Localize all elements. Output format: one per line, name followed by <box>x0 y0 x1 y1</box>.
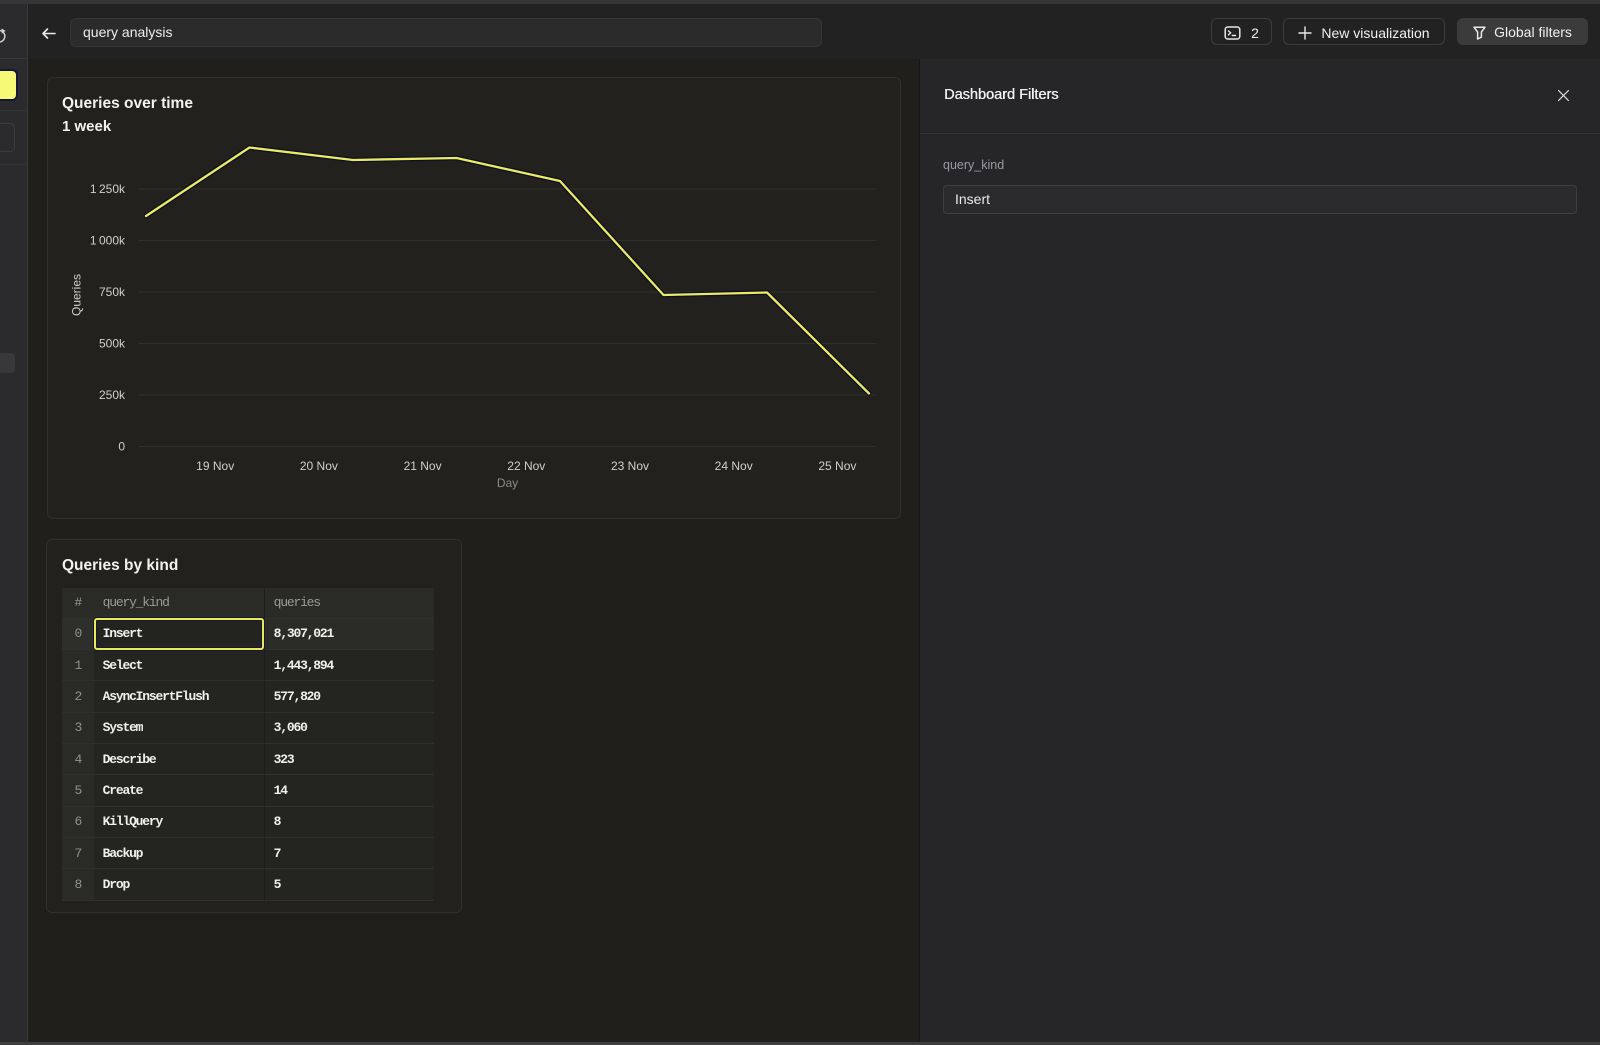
svg-text:Day: Day <box>496 476 517 490</box>
svg-text:25 Nov: 25 Nov <box>818 459 856 473</box>
svg-text:Queries: Queries <box>69 274 83 316</box>
svg-text:1 000k: 1 000k <box>89 234 125 248</box>
svg-text:22 Nov: 22 Nov <box>507 459 545 473</box>
svg-text:1 250k: 1 250k <box>89 182 125 196</box>
svg-text:21 Nov: 21 Nov <box>403 459 441 473</box>
svg-text:0: 0 <box>118 440 125 454</box>
svg-text:750k: 750k <box>98 285 125 299</box>
svg-text:20 Nov: 20 Nov <box>299 459 337 473</box>
svg-text:23 Nov: 23 Nov <box>610 459 648 473</box>
svg-text:24 Nov: 24 Nov <box>714 459 752 473</box>
svg-text:500k: 500k <box>98 337 125 351</box>
svg-text:250k: 250k <box>98 388 125 402</box>
svg-text:19 Nov: 19 Nov <box>196 459 234 473</box>
